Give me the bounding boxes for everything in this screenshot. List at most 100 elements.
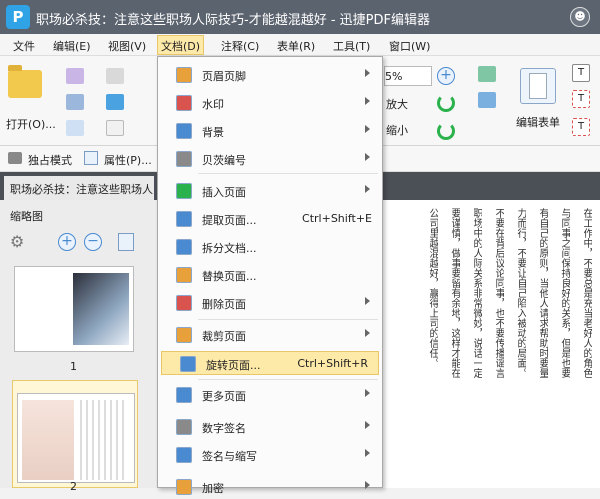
edit-form-icon[interactable] [520,68,556,104]
menu-item-label: 水印 [202,98,224,111]
menu-item-digital-signature[interactable]: 数字签名 [158,415,382,439]
submenu-arrow-icon [365,69,370,77]
menu-item-replace-pages[interactable]: 替换页面... [158,263,382,287]
menu-tools[interactable]: 工具(T) [330,37,373,55]
properties-button[interactable]: 属性(P)... [104,152,152,168]
gear-icon[interactable]: ⚙ [10,232,24,251]
email-icon[interactable] [106,68,124,84]
menu-item-background[interactable]: 背景 [158,119,382,143]
menu-item-crop-pages[interactable]: 裁剪页面 [158,323,382,347]
insert-pages-icon [176,183,192,199]
zoom-in-thumb-icon[interactable]: + [58,233,76,251]
background-icon [176,123,192,139]
zoom-search-icon[interactable]: + [437,67,455,85]
thumbnail-panel-title: 缩略图 [10,210,43,223]
doc-text-column-8: 公司里越混越好，赢得上司的信任。 [427,208,438,368]
document-tab[interactable]: 职场必杀技：注意这些职场人 [4,176,154,200]
menu-bar: 文件 编辑(E) 视图(V) 文档(D) 注释(C) 表单(R) 工具(T) 窗… [0,34,600,56]
doc-text-column-4: 力而行，不要让自己陷入被动的局面。 [515,208,526,378]
submenu-arrow-icon [365,97,370,105]
menu-item-insert-pages[interactable]: 插入页面 [158,179,382,203]
menu-item-watermark[interactable]: 水印 [158,91,382,115]
page-number-2: 2 [70,480,77,493]
submenu-arrow-icon [365,185,370,193]
menu-item-label: 加密 [202,482,224,495]
menu-item-label: 页眉页脚 [202,70,246,83]
menu-item-signature-initials[interactable]: 签名与缩写 [158,443,382,467]
exclusive-mode-button[interactable]: 独占模式 [28,152,72,168]
page-number-1: 1 [70,360,77,373]
zoom-value: 5% [385,70,403,83]
menu-edit[interactable]: 编辑(E) [50,37,94,55]
open-button[interactable]: 打开(O)... [6,116,56,132]
new-doc-icon[interactable] [106,120,124,136]
menu-form[interactable]: 表单(R) [274,37,318,55]
form-add-icon[interactable] [478,92,496,108]
replace-pages-icon [176,267,192,283]
digital-signature-icon [176,419,192,435]
menu-item-label: 插入页面 [202,186,246,199]
document-view: 在工作中，不要总是充当老好人的角色 与同事之间保持良好的关系，但是也要 有自己的… [383,200,600,488]
menu-view[interactable]: 视图(V) [105,37,149,55]
menu-item-bates-numbering[interactable]: 贝茨编号 [158,147,382,171]
menu-item-encrypt[interactable]: 加密 [158,475,382,499]
menu-item-label: 拆分文档... [202,242,257,255]
rotate-right-icon[interactable] [437,122,455,140]
exclusive-mode-icon [8,152,22,164]
delete-pages-icon [176,295,192,311]
menu-item-label: 裁剪页面 [202,330,246,343]
menu-document[interactable]: 文档(D) [157,35,205,55]
more-pages-icon [176,387,192,403]
menu-item-label: 更多页面 [202,390,246,403]
menu-item-header-footer[interactable]: 页眉页脚 [158,63,382,87]
print-icon[interactable] [66,94,84,110]
menu-item-rotate-pages[interactable]: 旋转页面... Ctrl+Shift+R [161,351,379,375]
menu-item-shortcut: Ctrl+Shift+E [302,212,372,225]
menu-item-extract-pages[interactable]: 提取页面... Ctrl+Shift+E [158,207,382,231]
rotate-left-icon[interactable] [437,94,455,112]
edit-form-button[interactable]: 编辑表单 [516,114,560,130]
text-box-icon[interactable]: T [572,90,590,108]
submenu-arrow-icon [365,389,370,397]
watermark-icon [176,95,192,111]
doc-text-column-2: 与同事之间保持良好的关系，但是也要 [559,208,570,378]
text-field-icon[interactable]: T [572,64,590,82]
save-icon[interactable] [66,68,84,84]
zoom-combo[interactable]: 5% [384,66,432,86]
menu-item-label: 背景 [202,126,224,139]
form-field-icon[interactable] [478,66,496,82]
menu-item-label: 删除页面 [202,298,246,311]
menu-item-label: 提取页面... [202,214,257,227]
doc-text-column-6: 职场中的人际关系非常微妙，说话一定 [471,208,482,378]
menu-window[interactable]: 窗口(W) [386,37,433,55]
crop-pages-icon [176,327,192,343]
bates-numbering-icon [176,151,192,167]
scan-icon[interactable] [106,94,124,110]
extract-pages-icon [176,211,192,227]
split-document-icon [176,239,192,255]
menu-item-delete-pages[interactable]: 删除页面 [158,291,382,315]
open-folder-icon[interactable] [8,65,42,98]
zoom-out-thumb-icon[interactable]: − [84,233,102,251]
zoom-in-button[interactable]: 放大 [386,96,408,112]
document-menu-dropdown: 页眉页脚水印背景贝茨编号插入页面提取页面... Ctrl+Shift+E 拆分文档.… [157,56,383,495]
menu-item-label: 数字签名 [202,422,246,435]
rotate-pages-icon [180,356,196,372]
thumbnail-image-1 [73,273,129,345]
page-thumbnail-2-selected[interactable] [12,380,138,488]
properties-icon [84,151,98,165]
menu-item-label: 贝茨编号 [202,154,246,167]
export-icon[interactable] [66,120,84,136]
text-select-icon[interactable]: T [572,118,590,136]
menu-comment[interactable]: 注释(C) [218,37,262,55]
zoom-out-button[interactable]: 缩小 [386,122,408,138]
title-bar: P 职场必杀技：注意这些职场人际技巧-才能越混越好 - 迅捷PDF编辑器 ☻ [0,0,600,34]
rotate-thumb-icon[interactable] [118,233,134,251]
page-thumbnail-1[interactable] [14,266,134,352]
menu-file[interactable]: 文件 [10,37,38,55]
user-account-icon[interactable]: ☻ [570,7,590,27]
menu-item-split-document[interactable]: 拆分文档... [158,235,382,259]
app-logo-icon: P [6,5,30,29]
doc-text-column-1: 在工作中，不要总是充当老好人的角色 [581,208,592,378]
menu-item-more-pages[interactable]: 更多页面 [158,383,382,407]
